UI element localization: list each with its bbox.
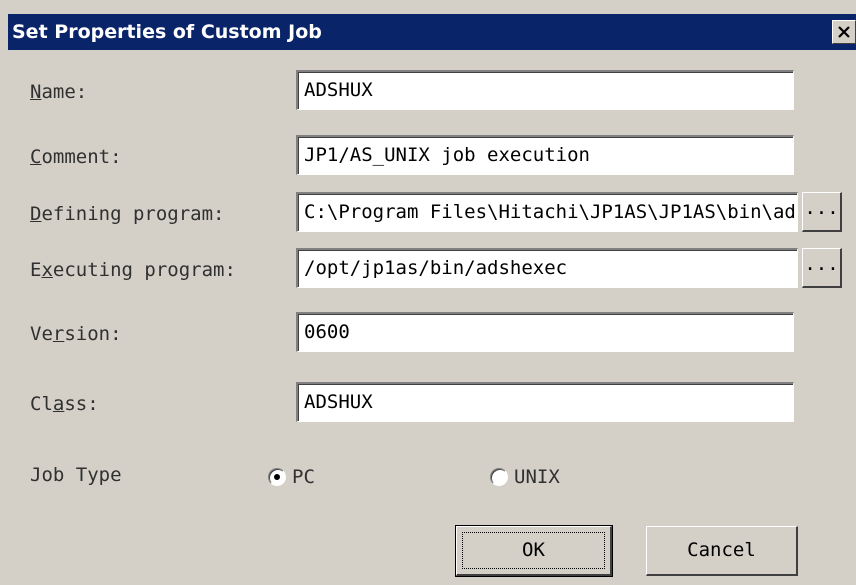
executing-program-browse-button[interactable]: ...	[802, 248, 842, 288]
radio-selected-icon	[268, 468, 286, 486]
name-field[interactable]: ADSHUX	[296, 70, 794, 110]
class-field[interactable]: ADSHUX	[296, 382, 794, 422]
defining-program-label: Defining program:	[30, 203, 225, 225]
version-label: Version:	[30, 323, 122, 345]
class-label: Class:	[30, 393, 99, 415]
job-type-unix-label: UNIX	[514, 466, 560, 488]
close-icon	[838, 26, 850, 38]
name-label: Name:	[30, 81, 88, 103]
job-type-unix-radio[interactable]: UNIX	[490, 466, 560, 488]
defining-program-field[interactable]: C:\Program Files\Hitachi\JP1AS\JP1AS\bin…	[296, 192, 798, 232]
comment-label: Comment:	[30, 146, 122, 168]
defining-program-browse-button[interactable]: ...	[802, 192, 842, 232]
job-type-pc-radio[interactable]: PC	[268, 466, 315, 488]
cancel-button[interactable]: Cancel	[646, 526, 798, 576]
job-type-label: Job Type	[30, 464, 122, 486]
version-field[interactable]: 0600	[296, 312, 794, 352]
executing-program-field[interactable]: /opt/jp1as/bin/adshexec	[296, 248, 798, 288]
dialog-title: Set Properties of Custom Job	[12, 21, 322, 43]
comment-field[interactable]: JP1/AS_UNIX job execution	[296, 135, 794, 175]
ok-button[interactable]: OK	[455, 525, 613, 577]
job-type-pc-label: PC	[292, 466, 315, 488]
focus-rectangle	[462, 532, 605, 569]
radio-unselected-icon	[490, 468, 508, 486]
title-bar[interactable]: Set Properties of Custom Job	[8, 14, 856, 50]
custom-job-properties-dialog: Set Properties of Custom Job Name: ADSHU…	[0, 0, 856, 585]
executing-program-label: Executing program:	[30, 259, 236, 281]
close-button[interactable]	[832, 20, 856, 44]
